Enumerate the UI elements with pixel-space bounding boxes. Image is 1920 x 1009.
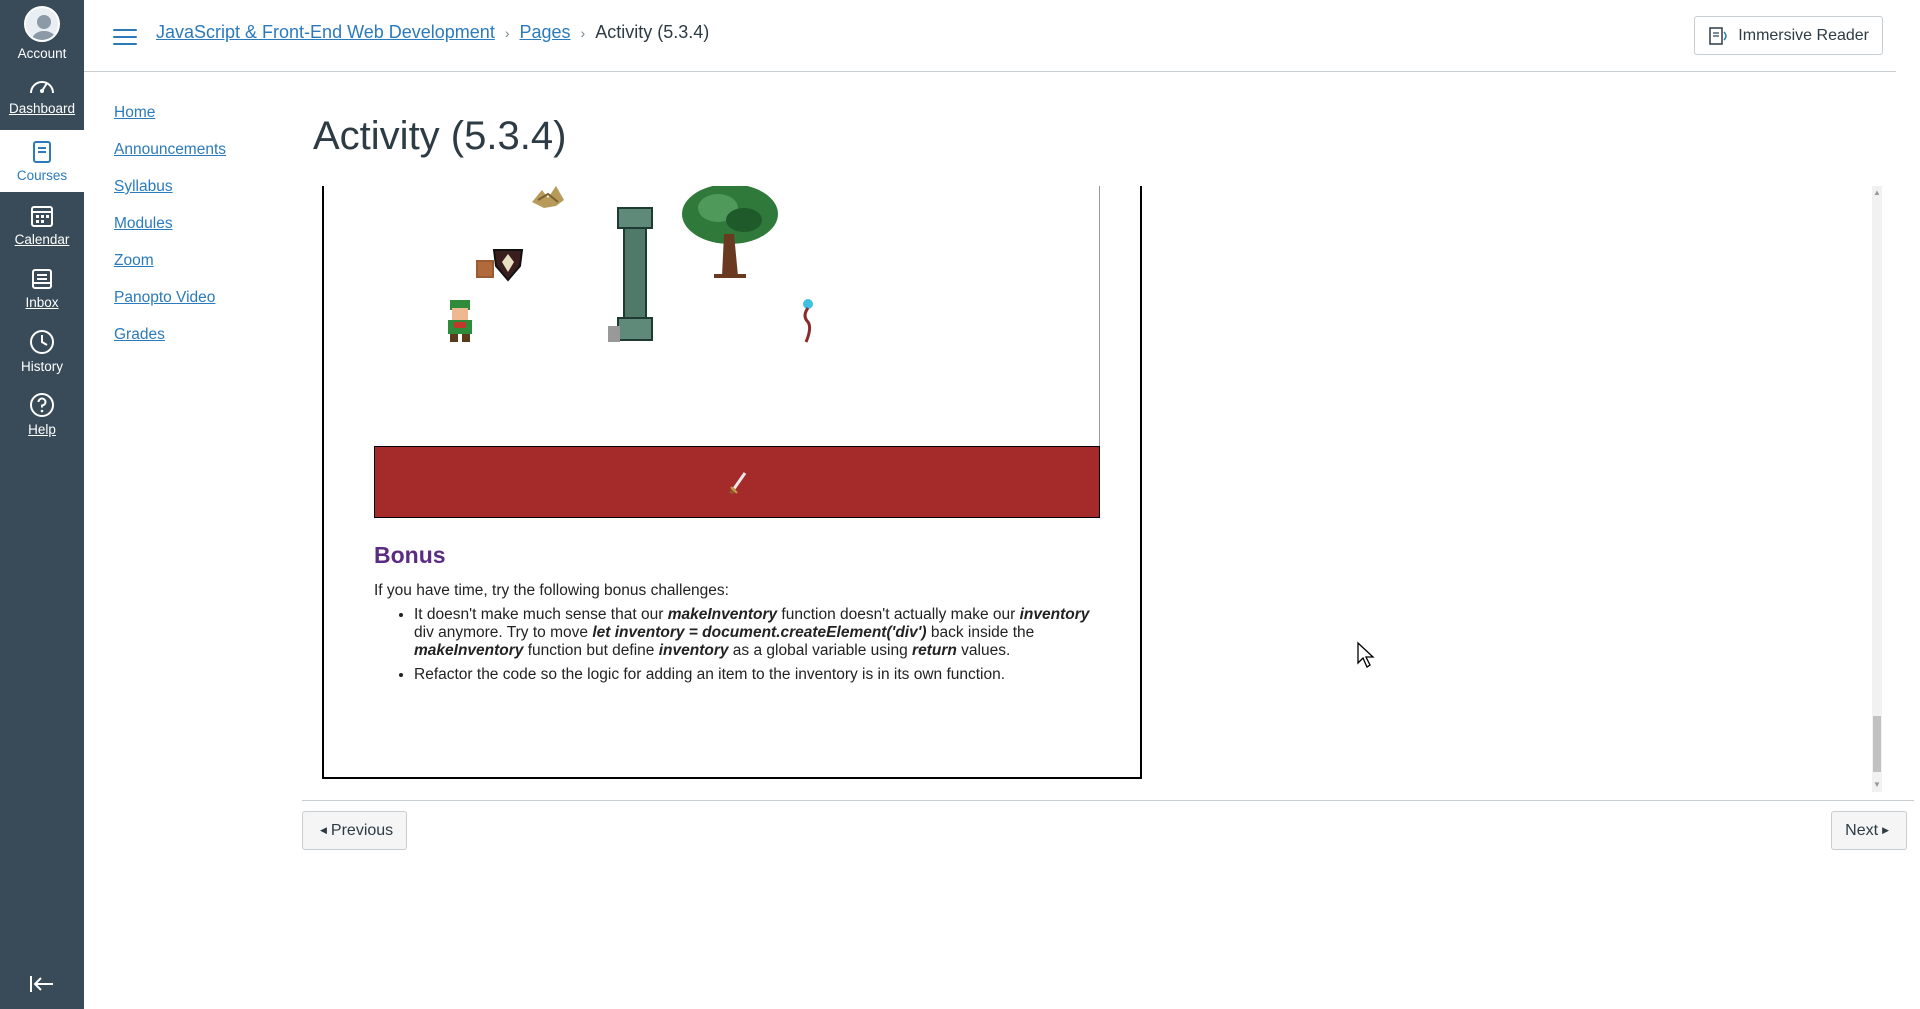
next-button[interactable]: Next ▶ [1831,811,1907,850]
help-icon [30,392,54,417]
collapse-arrow-icon [30,976,53,992]
course-nav-modules[interactable]: Modules [114,213,226,250]
code-term: makeInventory [414,642,524,659]
nav-account[interactable]: Account [0,2,84,64]
nav-inbox[interactable]: Inbox [0,257,84,319]
tree-sprite-icon [682,186,778,278]
bonus-content: If you have time, try the following bonu… [374,582,1094,690]
breadcrumb-separator-icon: › [580,24,586,41]
code-term: makeInventory [667,606,778,623]
course-nav-home[interactable]: Home [114,102,226,139]
scroll-up-icon[interactable]: ▲ [1873,188,1881,198]
code-term: inventory [1019,606,1090,623]
dashboard-icon [30,80,54,93]
code-term: return [912,642,957,659]
text-run: values. [956,642,1011,659]
document-page: Bonus If you have time, try the followin… [322,186,1142,779]
hamburger-menu-icon[interactable] [113,26,137,46]
text-run: It doesn't make much sense that our [414,606,668,623]
code-term: inventory [658,642,729,659]
scroll-down-icon[interactable]: ▼ [1873,780,1881,790]
breadcrumb-pages-link[interactable]: Pages [520,22,571,43]
sword-icon [729,472,747,495]
footer-divider [302,800,1914,801]
calendar-icon [31,205,53,227]
bonus-item: It doesn't make much sense that our make… [414,606,1094,660]
courses-icon [33,140,51,163]
breadcrumb-separator-icon: › [504,24,510,41]
text-run: function but define [523,642,659,659]
course-nav: Home Announcements Syllabus Modules Zoom… [114,102,226,361]
nav-courses-label: Courses [16,167,68,183]
document-viewer[interactable]: Bonus If you have time, try the followin… [302,186,1882,792]
game-area [374,186,1100,446]
page-header: JavaScript & Front-End Web Development ›… [84,0,1896,72]
nav-help-label: Help [28,421,56,437]
text-run: function doesn't actually make our [777,606,1020,623]
nav-courses[interactable]: Courses [0,130,84,192]
next-label: Next [1845,821,1879,839]
nav-calendar[interactable]: Calendar [0,194,84,256]
hero-sprite-icon [448,300,472,342]
leaves-sprite-icon [532,186,564,208]
bonus-list: It doesn't make much sense that our make… [414,606,1094,684]
text-run: as a global variable using [728,642,913,659]
previous-label: Previous [330,821,394,839]
breadcrumb-course-link[interactable]: JavaScript & Front-End Web Development [156,22,495,43]
viewer-scrollbar[interactable]: ▲ ▼ [1872,186,1882,792]
nav-history-label: History [20,358,63,374]
course-nav-panopto[interactable]: Panopto Video [114,287,226,324]
previous-button[interactable]: ◀ Previous [302,811,408,850]
mouse-cursor-icon [1357,641,1375,668]
staff-sprite-icon [803,299,813,343]
nav-dashboard-label: Dashboard [8,100,76,116]
bonus-item: Refactor the code so the logic for addin… [414,666,1094,684]
shield-icon [492,249,524,282]
nav-history[interactable]: History [0,320,84,382]
course-nav-announcements[interactable]: Announcements [114,139,226,176]
immersive-reader-button[interactable]: Immersive Reader [1694,16,1883,55]
pillar-sprite-icon [608,207,653,342]
breadcrumb: JavaScript & Front-End Web Development ›… [156,22,709,43]
course-nav-grades[interactable]: Grades [114,324,226,361]
course-nav-syllabus[interactable]: Syllabus [114,176,226,213]
clock-icon [30,329,54,354]
nav-inbox-label: Inbox [25,294,59,310]
avatar-icon [24,5,60,42]
course-nav-zoom[interactable]: Zoom [114,250,226,287]
immersive-reader-icon [1709,26,1728,45]
nav-calendar-label: Calendar [14,231,70,247]
page-title: Activity (5.3.4) [313,114,567,158]
text-run: back inside the [926,624,1035,641]
nav-help[interactable]: Help [0,383,84,445]
nav-account-label: Account [17,45,67,61]
collapse-nav-button[interactable] [26,970,58,998]
inventory-bar [374,446,1100,518]
caret-left-icon: ◀ [320,825,327,835]
scrollbar-thumb[interactable] [1873,716,1881,772]
breadcrumb-current: Activity (5.3.4) [595,22,710,42]
caret-right-icon: ▶ [1882,825,1889,835]
inbox-icon [32,268,52,289]
text-run: div anymore. Try to move [414,624,593,641]
bonus-heading: Bonus [374,542,446,568]
nav-dashboard[interactable]: Dashboard [0,64,84,126]
bonus-intro: If you have time, try the following bonu… [374,582,729,599]
global-nav: Account Dashboard Courses Calendar Inbox… [0,0,84,1009]
code-term: let inventory = document.createElement('… [592,624,927,641]
immersive-reader-label: Immersive Reader [1738,26,1869,44]
